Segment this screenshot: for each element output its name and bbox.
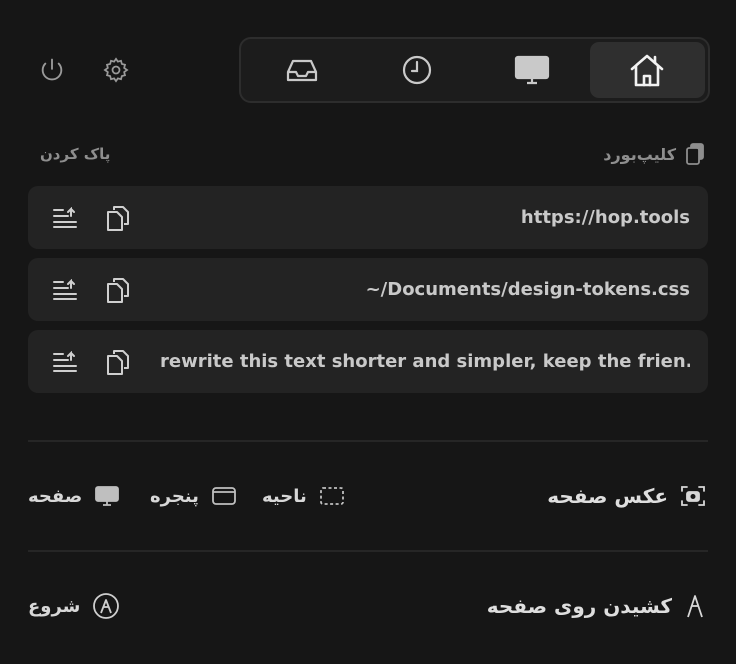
clipboard-header: کلیپ‌بورد bbox=[603, 140, 706, 168]
text-insert-icon bbox=[53, 351, 77, 372]
text-insert-icon bbox=[53, 279, 77, 300]
clip-text: rewrite this text shorter and simpler, k… bbox=[160, 351, 690, 372]
gear-icon bbox=[103, 57, 129, 83]
monitor-icon bbox=[95, 486, 120, 506]
power-icon bbox=[41, 58, 63, 81]
insert-button[interactable] bbox=[50, 347, 80, 377]
draw-header: کشیدن روی صفحه bbox=[487, 590, 706, 622]
list-item[interactable]: rewrite this text shorter and simpler, k… bbox=[28, 330, 708, 393]
region-select-icon bbox=[319, 487, 344, 505]
pen-circle-icon bbox=[93, 593, 120, 619]
insert-button[interactable] bbox=[50, 275, 80, 305]
copy-icon bbox=[107, 350, 129, 375]
power-button[interactable] bbox=[36, 54, 68, 86]
window-icon bbox=[212, 487, 236, 505]
copy-icon bbox=[107, 206, 129, 231]
copy-icon bbox=[107, 278, 129, 303]
copy-button[interactable] bbox=[103, 203, 133, 233]
pen-icon bbox=[687, 595, 703, 618]
draw-start-button[interactable]: شروع bbox=[28, 592, 120, 620]
list-item[interactable]: https://hop.tools bbox=[28, 186, 708, 249]
clear-clipboard-button[interactable]: پاک کردن bbox=[40, 140, 110, 168]
clipboard-title: کلیپ‌بورد bbox=[603, 144, 676, 164]
tab-display[interactable] bbox=[475, 42, 590, 98]
clock-icon bbox=[402, 55, 431, 85]
tab-home[interactable] bbox=[589, 42, 705, 98]
clip-text: ~/Documents/design-tokens.css bbox=[365, 279, 690, 300]
text-insert-icon bbox=[53, 207, 77, 228]
divider bbox=[28, 440, 708, 442]
clear-label: پاک کردن bbox=[40, 145, 111, 163]
screenshot-header: عکس صفحه bbox=[547, 480, 706, 512]
home-icon bbox=[631, 54, 664, 87]
screen-label: صفحه bbox=[28, 485, 83, 507]
screenshot-region-button[interactable]: ناحیه bbox=[262, 482, 345, 510]
clipboard-icon bbox=[686, 143, 704, 165]
divider bbox=[28, 550, 708, 552]
draw-title: کشیدن روی صفحه bbox=[486, 594, 672, 618]
window-label: پنجره bbox=[150, 485, 199, 507]
main-tabs bbox=[239, 37, 710, 103]
clip-text: https://hop.tools bbox=[520, 207, 690, 228]
list-item[interactable]: ~/Documents/design-tokens.css bbox=[28, 258, 708, 321]
tab-history[interactable] bbox=[359, 42, 474, 98]
monitor-icon bbox=[515, 55, 550, 85]
copy-button[interactable] bbox=[103, 275, 133, 305]
inbox-icon bbox=[286, 59, 317, 82]
settings-button[interactable] bbox=[100, 54, 132, 86]
region-label: ناحیه bbox=[262, 485, 307, 507]
start-label: شروع bbox=[28, 595, 81, 617]
insert-button[interactable] bbox=[50, 203, 80, 233]
copy-button[interactable] bbox=[103, 347, 133, 377]
screenshot-title: عکس صفحه bbox=[547, 484, 668, 508]
tab-inbox[interactable] bbox=[244, 42, 359, 98]
camera-icon bbox=[681, 486, 705, 506]
screenshot-screen-button[interactable]: صفحه bbox=[28, 482, 120, 510]
screenshot-window-button[interactable]: پنجره bbox=[150, 482, 237, 510]
